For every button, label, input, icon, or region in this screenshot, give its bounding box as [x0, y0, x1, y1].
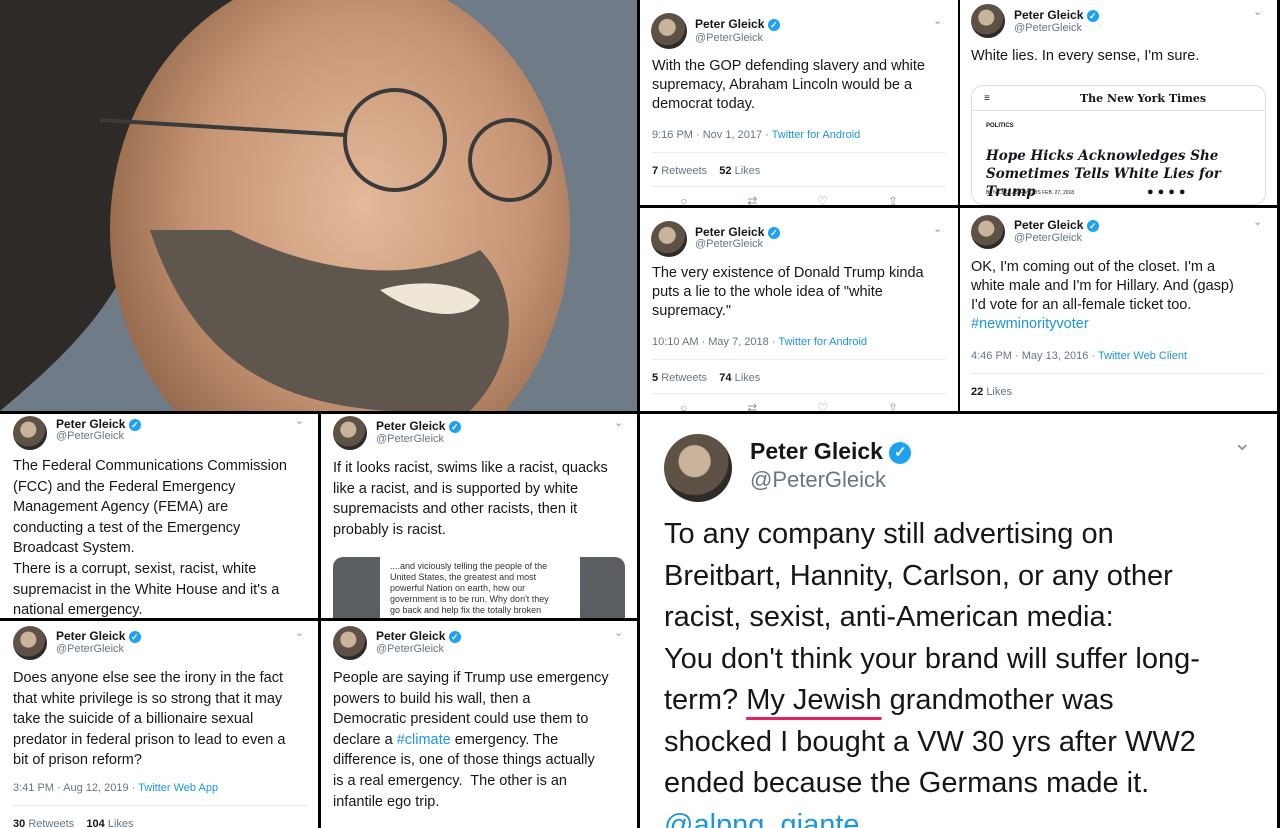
avatar[interactable] [333, 416, 367, 450]
menu-icon[interactable]: ≡ [984, 93, 990, 104]
divider [652, 393, 946, 394]
user-handle[interactable]: @PeterGleick [1014, 232, 1082, 244]
user-handle[interactable]: @PeterGleick [1014, 22, 1082, 34]
divider [652, 359, 946, 360]
verified-badge-icon: ✓ [448, 630, 461, 643]
user-handle[interactable]: @PeterGleick [376, 433, 444, 445]
quoted-tweet-image[interactable]: ....and viciously telling the people of … [333, 557, 625, 618]
chevron-down-icon[interactable]: ⌄ [1233, 430, 1251, 456]
divider [13, 805, 307, 806]
tweet-timestamp[interactable]: 9:16 PM · Nov 1, 2017 · Twitter for Andr… [652, 129, 860, 141]
tweet-card-6[interactable]: Peter Gleick ✓ @PeterGleick ⌄ If it look… [321, 414, 637, 618]
tweet-card-4[interactable]: Peter Gleick ✓ @PeterGleick ⌄ OK, I'm co… [960, 208, 1277, 411]
tweet-text: The Federal Communications Commission (F… [13, 458, 287, 618]
avatar[interactable] [664, 434, 732, 502]
user-handle[interactable]: @PeterGleick [695, 32, 763, 44]
chevron-down-icon[interactable]: ⌄ [295, 414, 304, 427]
verified-badge-icon: ✓ [889, 441, 912, 464]
chevron-down-icon[interactable]: ⌄ [614, 626, 623, 639]
tweet-card-3[interactable]: Peter Gleick ✓ @PeterGleick ⌄ The very e… [640, 208, 958, 411]
user-name[interactable]: Peter Gleick ✓ [56, 629, 141, 643]
tweet-text: Does anyone else see the irony in the fa… [13, 670, 286, 769]
avatar[interactable] [651, 13, 687, 49]
chevron-down-icon[interactable]: ⌄ [933, 222, 942, 235]
tweet-card-5[interactable]: Peter Gleick ✓ @PeterGleick ⌄ The Federa… [0, 414, 318, 618]
user-name[interactable]: Peter Gleick ✓ [56, 417, 141, 431]
tweet-text: If it looks racist, swims like a racist,… [333, 460, 608, 538]
avatar[interactable] [333, 626, 367, 660]
portrait-image [0, 0, 637, 411]
tweet-stats[interactable]: 22 Likes [971, 386, 1012, 398]
verified-badge-icon: ✓ [1086, 9, 1099, 22]
chevron-down-icon[interactable]: ⌄ [933, 14, 942, 27]
hashtag-link[interactable]: #newminorityvoter [971, 316, 1089, 332]
tweet-action-icons[interactable]: ○⇄♡⇧ [680, 194, 958, 205]
quoted-text: ....and viciously telling the people of … [390, 561, 549, 615]
user-name[interactable]: Peter Gleick ✓ [376, 419, 461, 433]
user-handle[interactable]: @PeterGleick [695, 238, 763, 250]
tweet-action-icons[interactable]: ○⇄♡⇧ [680, 401, 958, 411]
chevron-down-icon[interactable]: ⌄ [614, 416, 623, 429]
tweet-card-1[interactable]: Peter Gleick ✓ @PeterGleick ⌄ With the G… [640, 0, 958, 205]
user-name[interactable]: Peter Gleick ✓ [695, 17, 780, 31]
tweet-card-7[interactable]: Peter Gleick ✓ @PeterGleick ⌄ Does anyon… [0, 621, 318, 828]
tweet-text: White lies. In every sense, I'm sure. [971, 48, 1200, 64]
verified-badge-icon: ✓ [767, 226, 780, 239]
user-name[interactable]: Peter Gleick ✓ [695, 225, 780, 239]
user-handle[interactable]: @PeterGleick [750, 467, 886, 493]
chevron-down-icon[interactable]: ⌄ [1253, 5, 1262, 18]
tweet-timestamp[interactable]: 3:41 PM · Aug 12, 2019 · Twitter Web App [13, 782, 218, 794]
portrait-photo [0, 0, 637, 411]
tweet-timestamp[interactable]: 10:10 AM · May 7, 2018 · Twitter for And… [652, 336, 867, 348]
user-handle[interactable]: @PeterGleick [56, 430, 124, 442]
tweet-stats[interactable]: 5 Retweets 74 Likes [652, 372, 760, 384]
chevron-down-icon[interactable]: ⌄ [295, 626, 304, 639]
user-handle[interactable]: @PeterGleick [376, 643, 444, 655]
section-label: POLITICS [986, 123, 1014, 129]
avatar[interactable] [971, 215, 1005, 249]
mention-link[interactable]: @alpng_giante [664, 809, 860, 828]
tweet-text: The very existence of Donald Trump kinda… [652, 265, 924, 319]
verified-badge-icon: ✓ [448, 420, 461, 433]
tweet-text: People are saying if Trump use emergency… [333, 670, 609, 810]
tweet-text: To any company still advertising on Brei… [664, 514, 1200, 828]
user-name[interactable]: Peter Gleick ✓ [376, 629, 461, 643]
avatar[interactable] [971, 4, 1005, 38]
share-icons[interactable]: ●●●● [1147, 186, 1190, 198]
verified-badge-icon: ✓ [767, 18, 780, 31]
byline: By NICHOLAS FANDOS FEB. 27, 2018 [986, 190, 1075, 196]
tweet-text: OK, I'm coming out of the closet. I'm aw… [971, 259, 1234, 332]
avatar[interactable] [13, 416, 47, 450]
tweet-card-9[interactable]: Peter Gleick ✓ @PeterGleick ⌄ To any com… [640, 414, 1277, 828]
divider [652, 186, 946, 187]
masthead: The New York Times [1080, 92, 1207, 105]
tweet-stats[interactable]: 7 Retweets 52 Likes [652, 165, 760, 177]
tweet-stats[interactable]: 30 Retweets 104 Likes [13, 818, 134, 828]
avatar[interactable] [651, 221, 687, 257]
tweet-card-2[interactable]: Peter Gleick ✓ @PeterGleick ⌄ White lies… [960, 0, 1277, 205]
user-handle[interactable]: @PeterGleick [56, 643, 124, 655]
verified-badge-icon: ✓ [1086, 219, 1099, 232]
underlined-text: My Jewish [746, 684, 882, 716]
chevron-down-icon[interactable]: ⌄ [1253, 215, 1262, 228]
verified-badge-icon: ✓ [128, 418, 141, 431]
user-name[interactable]: Peter Gleick ✓ [1014, 218, 1099, 232]
link-preview-card[interactable]: ≡ The New York Times POLITICS Hope Hicks… [971, 85, 1266, 205]
verified-badge-icon: ✓ [128, 630, 141, 643]
tweet-card-8[interactable]: Peter Gleick ✓ @PeterGleick ⌄ People are… [321, 621, 637, 828]
hashtag-link[interactable]: #climate [397, 732, 451, 748]
user-name[interactable]: Peter Gleick ✓ [750, 438, 912, 465]
user-name[interactable]: Peter Gleick ✓ [1014, 8, 1099, 22]
tweet-timestamp[interactable]: 4:46 PM · May 13, 2016 · Twitter Web Cli… [971, 350, 1187, 362]
divider [652, 152, 946, 153]
divider [971, 373, 1265, 374]
avatar[interactable] [13, 626, 47, 660]
tweet-text: With the GOP defending slavery and white… [652, 58, 925, 112]
